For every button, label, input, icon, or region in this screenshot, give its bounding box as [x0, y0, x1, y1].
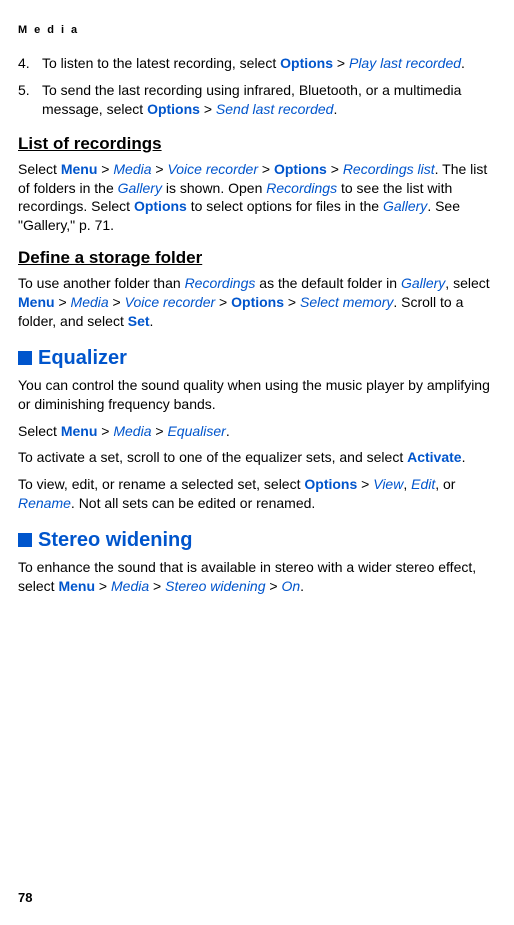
set-label: Set [128, 313, 150, 329]
options-label: Options [280, 55, 333, 71]
comma: , or [435, 476, 455, 492]
separator: > [151, 423, 167, 439]
stereo-para: To enhance the sound that is available i… [18, 558, 496, 596]
equaliser-label: Equaliser [167, 423, 225, 439]
text: , select [445, 275, 489, 291]
options-label: Options [134, 198, 187, 214]
separator: > [149, 578, 165, 594]
view-label: View [373, 476, 403, 492]
separator: > [266, 578, 282, 594]
options-label: Options [147, 101, 200, 117]
menu-label: Menu [18, 294, 55, 310]
page-header: Media [18, 24, 496, 36]
separator: > [333, 55, 349, 71]
period: . [300, 578, 304, 594]
square-bullet-icon [18, 533, 32, 547]
separator: > [284, 294, 300, 310]
equalizer-heading: Equalizer [18, 345, 496, 372]
separator: > [357, 476, 373, 492]
menu-label: Menu [58, 578, 95, 594]
list-item-5: To send the last recording using infrare… [18, 81, 496, 119]
stereo-widening-heading: Stereo widening [18, 527, 496, 554]
period: . [333, 101, 337, 117]
equalizer-p4: To view, edit, or rename a selected set,… [18, 475, 496, 513]
edit-label: Edit [411, 476, 435, 492]
list-of-recordings-heading: List of recordings [18, 133, 496, 156]
list-of-recordings-para: Select Menu > Media > Voice recorder > O… [18, 160, 496, 236]
recordings-label: Recordings [185, 275, 256, 291]
heading-text: Equalizer [38, 347, 127, 369]
equalizer-p3: To activate a set, scroll to one of the … [18, 448, 496, 467]
options-label: Options [231, 294, 284, 310]
menu-label: Menu [61, 423, 98, 439]
separator: > [55, 294, 71, 310]
heading-text: Stereo widening [38, 529, 192, 551]
separator: > [97, 423, 113, 439]
text: to select options for files in the [187, 198, 383, 214]
page-number: 78 [18, 890, 32, 905]
text: as the default folder in [255, 275, 401, 291]
separator: > [200, 101, 216, 117]
text: . Not all sets can be edited or renamed. [71, 495, 315, 511]
define-storage-heading: Define a storage folder [18, 247, 496, 270]
text: To use another folder than [18, 275, 185, 291]
text: Select [18, 423, 61, 439]
options-label: Options [274, 161, 327, 177]
stereo-widening-label: Stereo widening [165, 578, 265, 594]
play-last-recorded-label: Play last recorded [349, 55, 461, 71]
menu-label: Menu [61, 161, 98, 177]
activate-label: Activate [407, 449, 461, 465]
define-storage-para: To use another folder than Recordings as… [18, 274, 496, 331]
period: . [461, 55, 465, 71]
equalizer-p2: Select Menu > Media > Equaliser. [18, 422, 496, 441]
square-bullet-icon [18, 351, 32, 365]
select-memory-label: Select memory [300, 294, 393, 310]
rename-label: Rename [18, 495, 71, 511]
text: Select [18, 161, 61, 177]
text: To listen to the latest recording, selec… [42, 55, 280, 71]
voice-recorder-label: Voice recorder [167, 161, 258, 177]
text: To view, edit, or rename a selected set,… [18, 476, 304, 492]
numbered-list: To listen to the latest recording, selec… [18, 54, 496, 119]
separator: > [109, 294, 125, 310]
list-item-4: To listen to the latest recording, selec… [18, 54, 496, 73]
on-label: On [281, 578, 300, 594]
period: . [226, 423, 230, 439]
separator: > [215, 294, 231, 310]
separator: > [258, 161, 274, 177]
text: To activate a set, scroll to one of the … [18, 449, 407, 465]
media-label: Media [111, 578, 149, 594]
media-label: Media [113, 423, 151, 439]
text: is shown. Open [162, 180, 266, 196]
period: . [150, 313, 154, 329]
media-label: Media [71, 294, 109, 310]
gallery-label: Gallery [383, 198, 427, 214]
media-label: Media [113, 161, 151, 177]
options-label: Options [304, 476, 357, 492]
separator: > [97, 161, 113, 177]
equalizer-p1: You can control the sound quality when u… [18, 376, 496, 414]
separator: > [327, 161, 343, 177]
comma: , [403, 476, 411, 492]
voice-recorder-label: Voice recorder [125, 294, 216, 310]
separator: > [151, 161, 167, 177]
page-content: To listen to the latest recording, selec… [18, 54, 496, 596]
gallery-label: Gallery [401, 275, 445, 291]
gallery-label: Gallery [118, 180, 162, 196]
recordings-label: Recordings [266, 180, 337, 196]
period: . [462, 449, 466, 465]
separator: > [95, 578, 111, 594]
recordings-list-label: Recordings list [343, 161, 435, 177]
send-last-recorded-label: Send last recorded [216, 101, 334, 117]
